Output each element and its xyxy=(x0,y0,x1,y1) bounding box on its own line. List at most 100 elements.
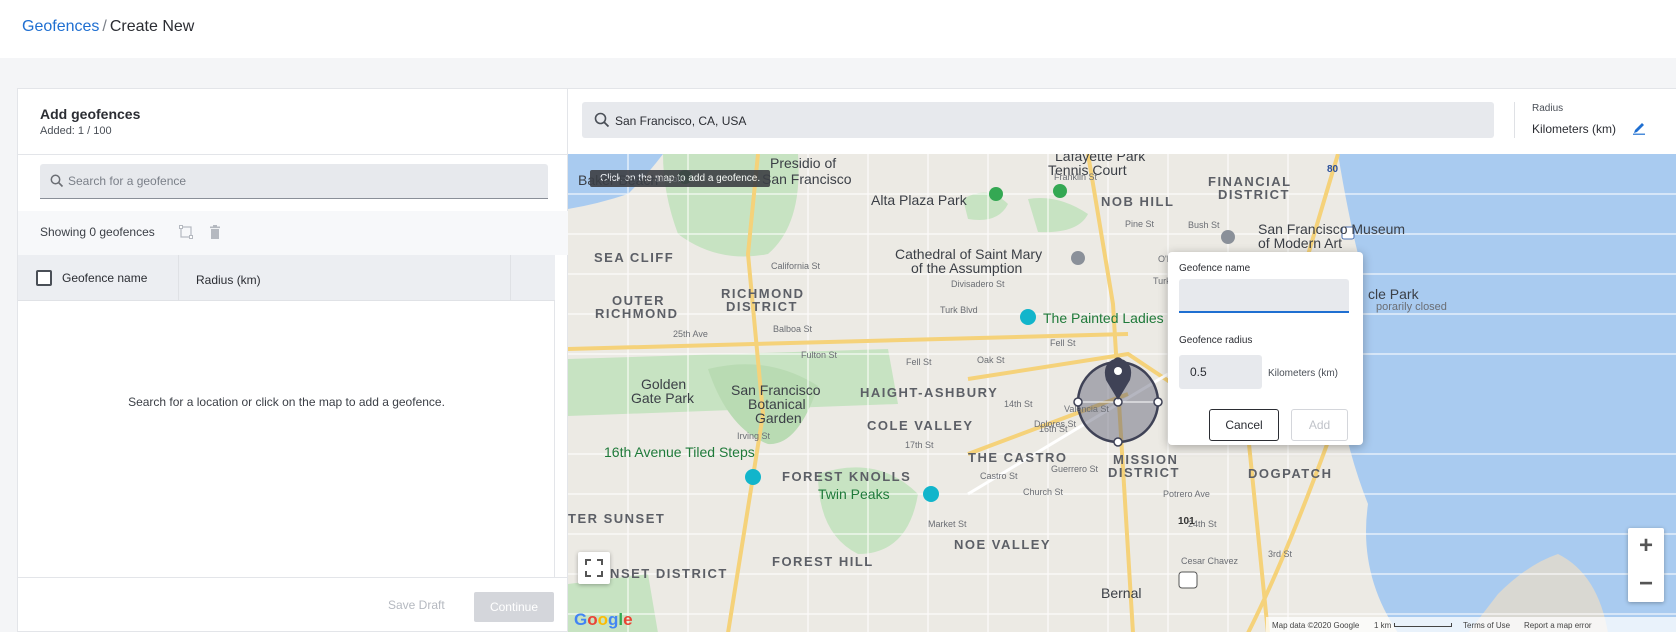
street-label: Divisadero St xyxy=(951,279,1005,289)
geofence-radius-unit: Kilometers (km) xyxy=(1268,368,1339,379)
highway-shield: 101 xyxy=(1178,516,1195,527)
column-radius[interactable]: Radius (km) xyxy=(196,273,261,287)
added-count: Added: 1 / 100 xyxy=(40,125,112,137)
panel-header: Add geofences Added: 1 / 100 xyxy=(18,89,569,155)
geofence-name-input[interactable] xyxy=(1179,279,1349,313)
continue-button[interactable]: Continue xyxy=(474,592,554,622)
top-bar: Geofences / Create New xyxy=(0,0,1676,58)
list-toolbar: Showing 0 geofences xyxy=(18,211,569,255)
highway-shield: 80 xyxy=(1327,164,1339,175)
map-label: Twin Peaks xyxy=(818,486,890,502)
street-label: Franklin St xyxy=(1054,172,1098,182)
breadcrumb: Geofences / Create New xyxy=(22,18,194,36)
map-label: of the Assumption xyxy=(911,260,1023,276)
geofence-popup: Geofence name Geofence radius 0.5 Kilome… xyxy=(1168,252,1363,445)
breadcrumb-geofences-link[interactable]: Geofences xyxy=(22,18,99,35)
empty-state: Search for a location or click on the ma… xyxy=(18,301,555,577)
street-label: Balboa St xyxy=(773,324,813,334)
geofence-radius-label: Geofence radius xyxy=(1179,335,1253,346)
map-label: DOGPATCH xyxy=(1248,466,1333,481)
map-label: DISTRICT xyxy=(1218,187,1290,202)
map-label: FOREST KNOLLS xyxy=(782,469,912,484)
street-label: Fulton St xyxy=(801,350,838,360)
radius-unit-label: Radius xyxy=(1532,103,1564,114)
street-label: California St xyxy=(771,261,821,271)
radius-unit-value: Kilometers (km) xyxy=(1532,122,1617,136)
street-label: Castro St xyxy=(980,471,1018,481)
report-error-link[interactable]: Report a map error xyxy=(1524,621,1592,630)
street-label: Church St xyxy=(1023,487,1064,497)
column-divider xyxy=(178,255,179,301)
page-title: Create New xyxy=(109,18,195,35)
map-label: FOREST HILL xyxy=(772,554,874,569)
table-header: Geofence name Radius (km) xyxy=(18,255,555,301)
terms-link[interactable]: Terms of Use xyxy=(1463,621,1510,630)
street-label: Pine St xyxy=(1125,219,1155,229)
map-label: NOB HILL xyxy=(1101,194,1175,209)
map-label: porarily closed xyxy=(1376,301,1447,313)
zoom-controls: + − xyxy=(1628,528,1664,602)
map-label: COLE VALLEY xyxy=(867,418,974,433)
pencil-icon[interactable] xyxy=(1632,121,1646,135)
column-divider xyxy=(510,255,511,301)
divider xyxy=(1514,102,1515,138)
map-data-text[interactable]: Map data ©2020 Google xyxy=(1272,621,1359,630)
map-label: THE CASTRO xyxy=(968,450,1068,465)
street-label: Turk Blvd xyxy=(940,305,978,315)
zoom-in-button[interactable]: + xyxy=(1628,528,1664,564)
location-search-input[interactable]: San Francisco, CA, USA xyxy=(582,102,1494,138)
google-logo: Google xyxy=(574,610,633,629)
edit-shape-icon[interactable] xyxy=(178,224,194,240)
column-geofence-name[interactable]: Geofence name xyxy=(62,271,147,285)
map-attribution: Map data ©2020 Google 1 km Terms of Use … xyxy=(1266,617,1676,632)
map-label: DISTRICT xyxy=(1108,465,1180,480)
map-label: SEA CLIFF xyxy=(594,250,675,265)
panel-title: Add geofences xyxy=(40,106,141,122)
empty-message: Search for a location or click on the ma… xyxy=(128,395,445,409)
location-search-value: San Francisco, CA, USA xyxy=(615,114,747,128)
map-panel: San Francisco, CA, USA Radius Kilometers… xyxy=(568,88,1676,632)
map-label: Alta Plaza Park xyxy=(871,192,967,208)
street-label: Oak St xyxy=(977,355,1005,365)
geofence-list-panel: Add geofences Added: 1 / 100 Search for … xyxy=(17,88,569,632)
geofence-search-placeholder: Search for a geofence xyxy=(68,174,187,188)
street-label: 14th St xyxy=(1004,399,1033,409)
map-label: RICHMOND xyxy=(595,306,679,321)
geofence-name-label: Geofence name xyxy=(1179,263,1251,274)
cancel-button[interactable]: Cancel xyxy=(1209,409,1279,441)
map-canvas[interactable]: Click on the map to add a geofence. Pres… xyxy=(568,154,1676,632)
map-label: Garden xyxy=(755,410,802,426)
map-label: The Painted Ladies xyxy=(1043,310,1164,326)
map-label: Bernal xyxy=(1101,585,1142,601)
map-label: HAIGHT-ASHBURY xyxy=(860,385,999,400)
map-label: 16th Avenue Tiled Steps xyxy=(604,444,755,460)
map-label: TER SUNSET xyxy=(568,511,666,526)
street-label: 25th Ave xyxy=(673,329,708,339)
geofence-search-input[interactable]: Search for a geofence xyxy=(40,164,548,199)
map-label: Gate Park xyxy=(631,390,695,406)
map-label: NOE VALLEY xyxy=(954,537,1052,552)
trash-icon[interactable] xyxy=(207,224,223,240)
map-label: of Modern Art xyxy=(1258,235,1343,251)
breadcrumb-separator: / xyxy=(102,18,107,35)
street-label: Cesar Chavez xyxy=(1181,556,1239,566)
fullscreen-icon xyxy=(585,559,603,577)
search-icon xyxy=(50,174,64,188)
select-all-checkbox[interactable] xyxy=(36,270,52,286)
street-label: Guerrero St xyxy=(1051,464,1099,474)
fullscreen-button[interactable] xyxy=(578,552,610,584)
street-label: Lincoln xyxy=(656,174,685,184)
street-label: 17th St xyxy=(905,440,934,450)
scale-bar xyxy=(1394,623,1452,627)
street-label: Bush St xyxy=(1188,220,1220,230)
showing-count: Showing 0 geofences xyxy=(40,225,155,239)
geofence-radius-input[interactable]: 0.5 xyxy=(1179,355,1262,389)
street-label: Fell St xyxy=(1050,338,1076,348)
add-button[interactable]: Add xyxy=(1291,409,1348,441)
map-label: DISTRICT xyxy=(726,299,798,314)
street-label: Irving St xyxy=(737,431,771,441)
zoom-out-button[interactable]: − xyxy=(1628,566,1664,602)
street-label: Fell St xyxy=(906,357,932,367)
save-draft-button[interactable]: Save Draft xyxy=(388,598,445,612)
street-label: Potrero Ave xyxy=(1163,489,1210,499)
